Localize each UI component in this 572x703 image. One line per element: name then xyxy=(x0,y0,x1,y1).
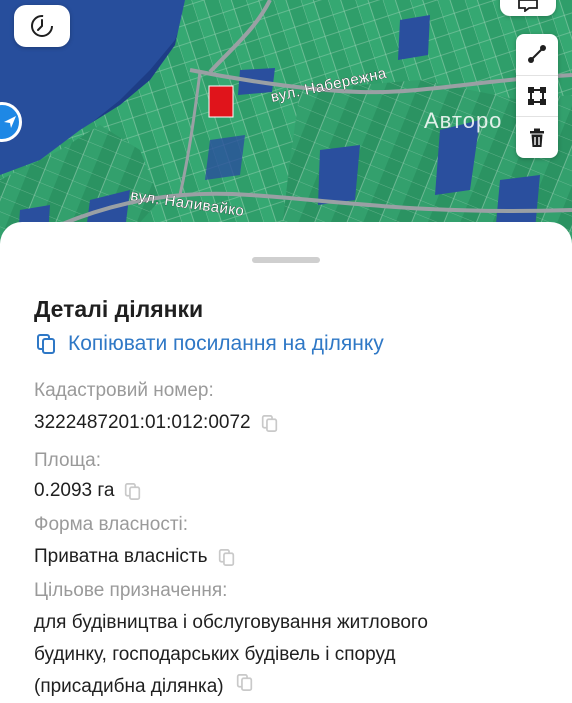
area-row: 0.2093 га xyxy=(34,480,141,502)
district-label: Авторо xyxy=(424,108,502,133)
cadastral-number-label: Кадастровий номер: xyxy=(34,380,214,401)
ruler-icon xyxy=(528,45,546,64)
chat-icon xyxy=(518,0,538,12)
history-button[interactable] xyxy=(14,5,70,47)
ownership-value: Приватна власність xyxy=(34,546,208,567)
purpose-line-3: (присадибна ділянка) xyxy=(34,676,224,698)
trash-icon xyxy=(530,128,544,147)
copy-icon xyxy=(37,334,55,354)
cadastral-number-row: 3222487201:01:012:0072 xyxy=(34,412,278,434)
sheet-title: Деталі ділянки xyxy=(34,296,204,322)
measure-distance-button[interactable] xyxy=(516,34,558,76)
copy-icon xyxy=(261,414,277,432)
copy-ownership-button[interactable] xyxy=(218,548,235,567)
purpose-line-2: будинку, господарських будівель і споруд xyxy=(34,644,396,665)
map-canvas[interactable]: вул. Набережна вул. Наливайко Авторо xyxy=(0,0,572,245)
copy-cadastral-button[interactable] xyxy=(261,414,278,433)
ownership-label: Форма власності: xyxy=(34,514,189,535)
map-tools-panel xyxy=(516,34,558,158)
chat-button[interactable] xyxy=(500,0,556,16)
measure-area-button[interactable] xyxy=(516,76,558,118)
polygon-icon xyxy=(528,87,546,105)
sheet-drag-handle[interactable] xyxy=(252,257,320,263)
area-label: Площа: xyxy=(34,450,102,471)
copy-link-label: Копіювати посилання на ділянку xyxy=(68,332,384,355)
cadastral-number-value: 3222487201:01:012:0072 xyxy=(34,412,251,433)
cadastral-map[interactable]: вул. Набережна вул. Наливайко Авторо xyxy=(0,0,572,245)
delete-measurement-button[interactable] xyxy=(516,117,558,158)
purpose-value: для будівництва і обслуговування житлово… xyxy=(34,607,534,703)
purpose-label: Цільове призначення: xyxy=(34,580,228,601)
ownership-row: Приватна власність xyxy=(34,546,235,568)
navigation-icon xyxy=(4,116,16,128)
copy-purpose-button[interactable] xyxy=(236,671,253,703)
purpose-line-3-row: (присадибна ділянка) xyxy=(34,671,534,703)
selected-parcel[interactable] xyxy=(208,85,234,118)
history-icon xyxy=(31,15,53,37)
copy-icon xyxy=(236,674,252,691)
copy-icon xyxy=(218,548,234,566)
area-value: 0.2093 га xyxy=(34,480,115,501)
copy-icon xyxy=(125,482,141,500)
purpose-line-1: для будівництва і обслуговування житлово… xyxy=(34,612,428,633)
copy-area-button[interactable] xyxy=(124,482,141,501)
parcel-details-sheet: Деталі ділянки Копіювати посилання на ді… xyxy=(0,222,572,700)
copy-link-button[interactable]: Копіювати посилання на ділянку xyxy=(36,332,384,356)
